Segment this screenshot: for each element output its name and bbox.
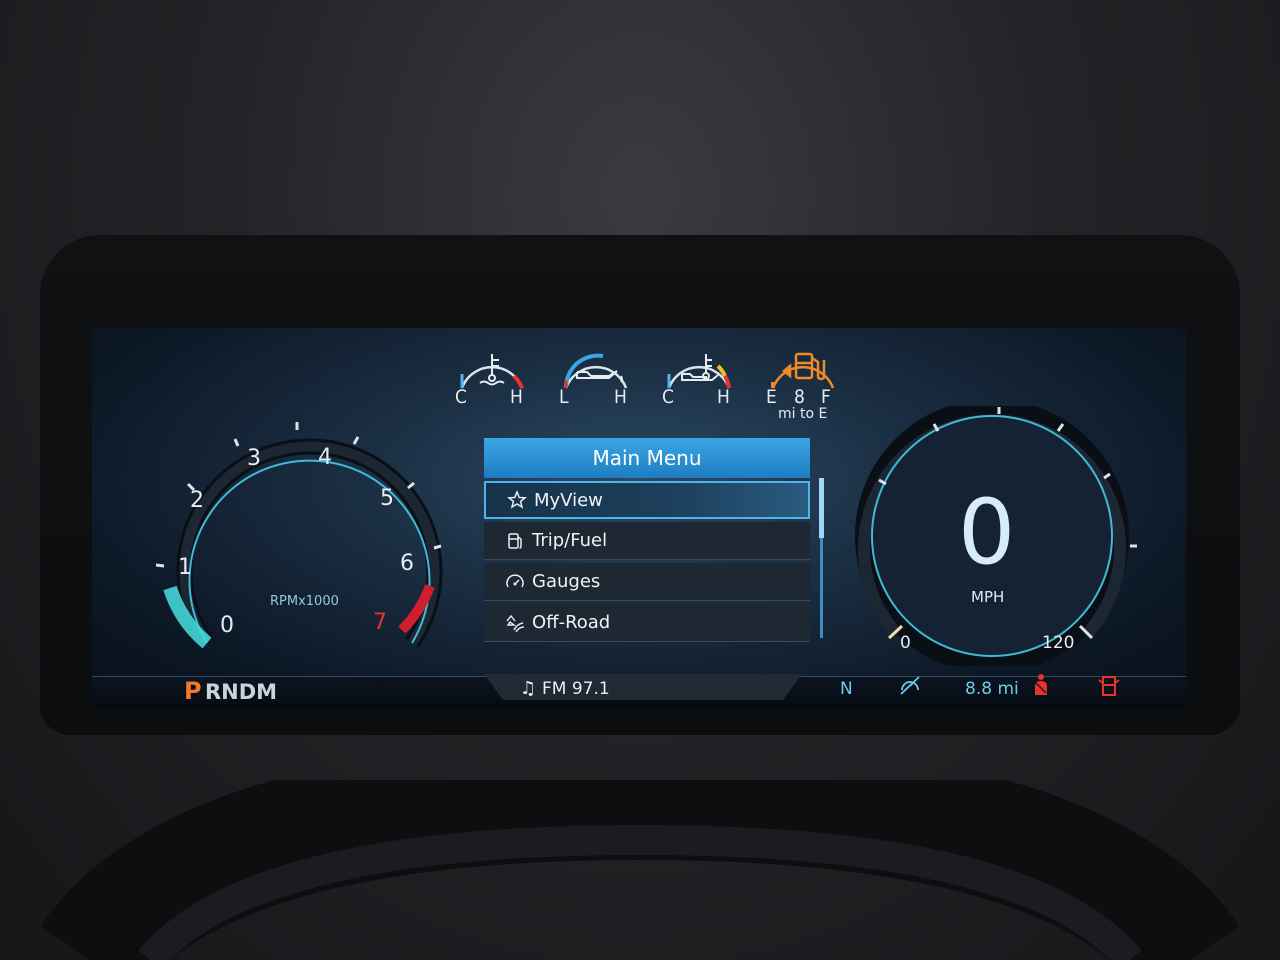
- oil-high-label: H: [614, 386, 627, 408]
- fuel-icon: [504, 530, 526, 552]
- dashboard-background: C H L H C H E 8 F mi to E 0 1 2 3 4 5 6 …: [0, 0, 1280, 960]
- music-note-icon: ♫: [520, 678, 537, 699]
- tach-tick-2: 2: [190, 488, 204, 513]
- speed-max-label: 120: [1042, 633, 1075, 653]
- fuel-empty-label: E: [766, 386, 777, 408]
- menu-item-off-road[interactable]: Off-Road: [484, 604, 810, 642]
- star-icon: [506, 489, 528, 511]
- menu-item-myview[interactable]: MyView: [484, 481, 810, 519]
- door-ajar-warning-icon: [1098, 676, 1120, 696]
- trans-low-label: C: [662, 386, 674, 408]
- main-menu: Main Menu MyView Trip/Fuel Gauges Off-Ro…: [484, 438, 810, 642]
- speed-unit: MPH: [971, 588, 1005, 606]
- menu-item-trip-fuel[interactable]: Trip/Fuel: [484, 522, 810, 560]
- menu-item-label: MyView: [534, 489, 603, 511]
- menu-title: Main Menu: [484, 438, 810, 478]
- instrument-cluster-screen: C H L H C H E 8 F mi to E 0 1 2 3 4 5 6 …: [92, 328, 1186, 708]
- fuel-value: 8: [794, 386, 805, 408]
- tach-tick-5: 5: [380, 486, 394, 511]
- tach-tick-0: 0: [220, 613, 234, 638]
- oil-low-label: L: [559, 386, 569, 408]
- media-source: FM 97.1: [542, 679, 610, 699]
- speed-min-label: 0: [900, 633, 911, 653]
- seatbelt-warning-icon: [1035, 674, 1047, 695]
- steering-wheel: [40, 780, 1240, 960]
- menu-item-gauges[interactable]: Gauges: [484, 563, 810, 601]
- menu-item-label: Trip/Fuel: [532, 530, 608, 551]
- tach-tick-7: 7: [373, 610, 387, 635]
- tach-tick-6: 6: [400, 551, 414, 576]
- trans-high-label: H: [717, 386, 730, 408]
- tach-tick-4: 4: [318, 445, 332, 470]
- tachometer: [155, 422, 443, 649]
- coolant-low-label: C: [455, 386, 467, 408]
- tach-tick-3: 3: [247, 446, 261, 471]
- gear-selector: RNDM: [205, 680, 278, 704]
- auto-start-stop-off-icon: [900, 676, 920, 695]
- gear-indicator: N: [840, 679, 853, 699]
- tach-tick-1: 1: [178, 555, 192, 580]
- fuel-full-label: F: [821, 386, 831, 408]
- speed-value: 0: [958, 480, 1016, 585]
- gear-active: P: [184, 677, 202, 705]
- menu-scroll-thumb[interactable]: [819, 478, 824, 538]
- tach-unit-label: RPMx1000: [270, 594, 339, 609]
- fuel-range-unit: mi to E: [778, 406, 828, 422]
- menu-item-label: Gauges: [532, 571, 601, 592]
- trip-distance: 8.8 mi: [965, 679, 1019, 699]
- oil-pressure-icon: [576, 369, 623, 383]
- menu-item-label: Off-Road: [532, 612, 611, 633]
- coolant-high-label: H: [510, 386, 523, 408]
- gauge-icon: [504, 571, 526, 593]
- off-road-icon: [504, 612, 526, 634]
